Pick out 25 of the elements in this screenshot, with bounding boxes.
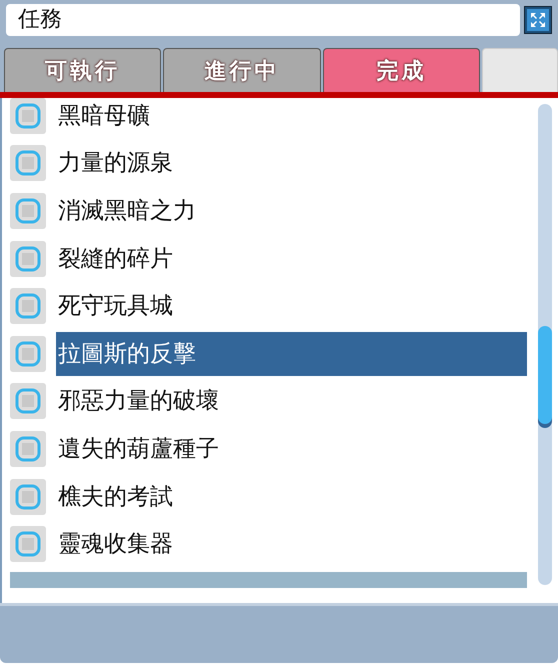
quest-icon [10, 336, 46, 372]
quest-item[interactable]: 黑暗母礦 [56, 98, 527, 138]
quest-item[interactable]: 拉圖斯的反擊 [56, 332, 527, 376]
quest-icon [10, 98, 46, 134]
quest-item[interactable]: 邪惡力量的破壞 [56, 379, 527, 424]
quest-item[interactable]: 裂縫的碎片 [56, 236, 527, 281]
tab[interactable] [482, 48, 558, 92]
window-title: 任務 [6, 4, 520, 36]
quest-item[interactable]: 樵夫的考試 [56, 474, 527, 519]
quest-item[interactable]: 消滅黑暗之力 [56, 188, 527, 233]
quest-icon [10, 526, 46, 562]
quest-item[interactable]: 靈魂收集器 [56, 522, 527, 566]
quest-icon [10, 288, 46, 324]
quest-item[interactable]: 死守玩具城 [56, 284, 527, 328]
maximize-button[interactable] [524, 6, 552, 34]
quest-icon [10, 240, 46, 277]
quest-icon [10, 478, 46, 515]
quest-icon [10, 192, 46, 229]
quest-item[interactable]: 遺失的葫蘆種子 [56, 426, 527, 471]
quest-icon [10, 145, 46, 182]
scrollbar[interactable] [538, 104, 552, 585]
scrollbar-thumb[interactable] [538, 326, 552, 424]
quest-icon [10, 383, 46, 420]
quest-icon [10, 430, 46, 467]
quest-item[interactable]: 力量的源泉 [56, 141, 527, 186]
